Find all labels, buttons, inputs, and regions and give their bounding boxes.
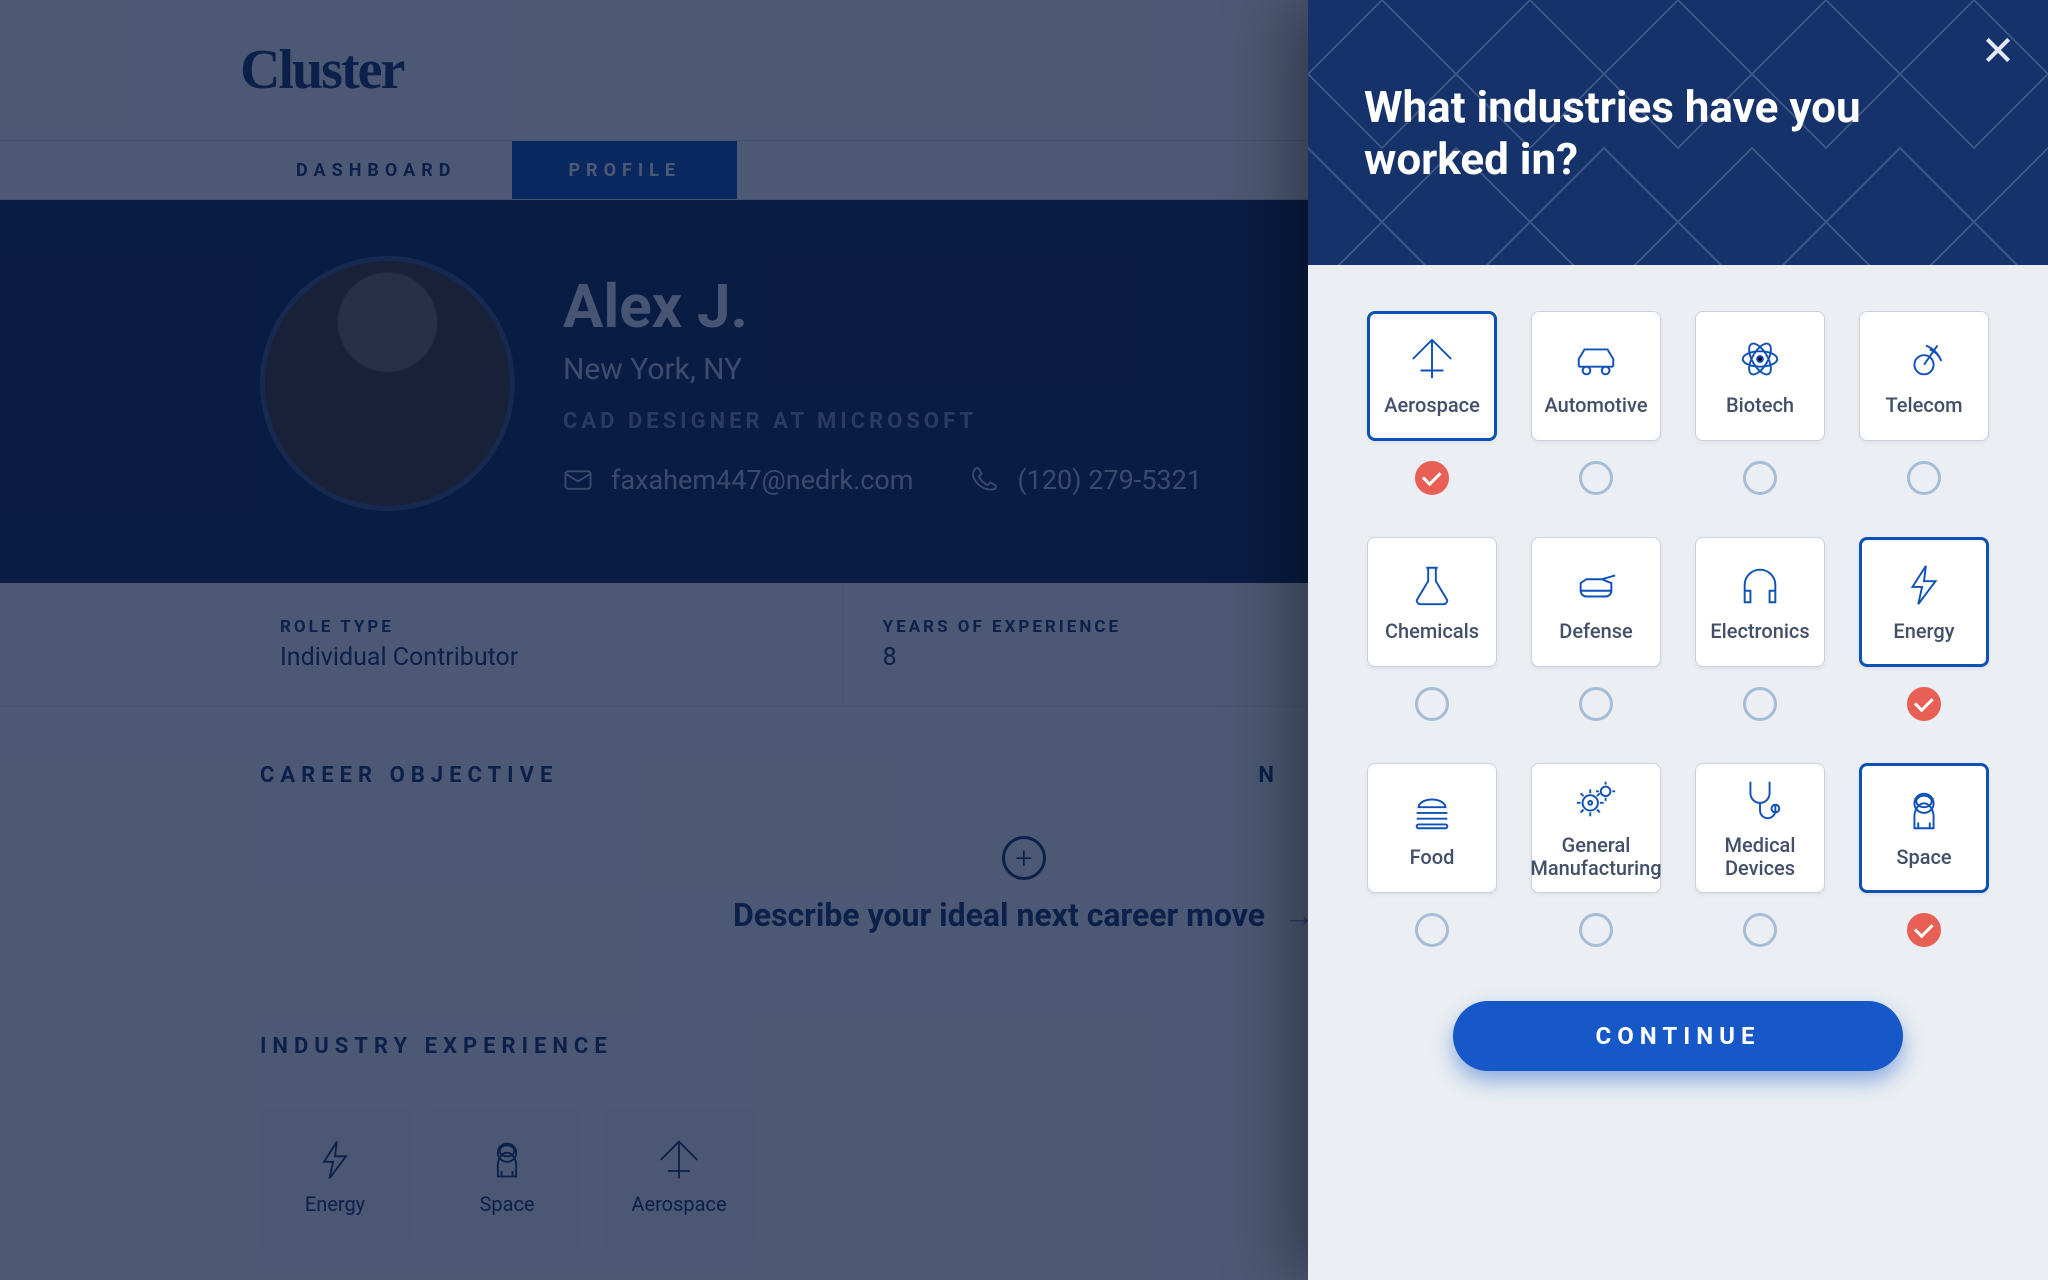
industry-option[interactable]: Defense — [1528, 537, 1664, 721]
industry-option[interactable]: Automotive — [1528, 311, 1664, 495]
atom-icon — [1737, 336, 1783, 382]
industry-checkbox[interactable] — [1579, 913, 1613, 947]
industry-option[interactable]: Electronics — [1692, 537, 1828, 721]
industry-label: Telecom — [1886, 394, 1963, 417]
gears-icon — [1573, 776, 1619, 822]
industry-card[interactable]: Medical Devices — [1695, 763, 1825, 893]
industry-option[interactable]: Telecom — [1856, 311, 1992, 495]
industry-option[interactable]: General Manufacturing — [1528, 763, 1664, 947]
flask-icon — [1409, 562, 1455, 608]
industry-card[interactable]: Electronics — [1695, 537, 1825, 667]
industry-label: Food — [1410, 846, 1455, 869]
astronaut-icon — [1901, 788, 1947, 834]
industry-checkbox[interactable] — [1579, 687, 1613, 721]
industry-label: Biotech — [1726, 394, 1794, 417]
industry-label: Space — [1896, 846, 1951, 869]
industry-checkbox[interactable] — [1415, 687, 1449, 721]
industry-grid: Aerospace Automotive Biotech Telecom Chemica… — [1364, 311, 1992, 947]
industry-label: Medical Devices — [1702, 834, 1818, 880]
industry-card[interactable]: Space — [1859, 763, 1989, 893]
car-icon — [1573, 336, 1619, 382]
industry-label: Aerospace — [1384, 394, 1480, 417]
industry-card[interactable]: General Manufacturing — [1531, 763, 1661, 893]
industry-card[interactable]: Automotive — [1531, 311, 1661, 441]
drawer-header: What industries have you worked in? — [1308, 0, 2048, 265]
industry-checkbox[interactable] — [1907, 913, 1941, 947]
bolt-icon — [1901, 562, 1947, 608]
industry-option[interactable]: Medical Devices — [1692, 763, 1828, 947]
tank-icon — [1573, 562, 1619, 608]
industry-card[interactable]: Telecom — [1859, 311, 1989, 441]
industry-checkbox[interactable] — [1907, 687, 1941, 721]
headphones-icon — [1737, 562, 1783, 608]
industry-card[interactable]: Aerospace — [1367, 311, 1497, 441]
industry-label: General Manufacturing — [1530, 834, 1661, 880]
industry-label: Electronics — [1710, 620, 1809, 643]
industry-card[interactable]: Energy — [1859, 537, 1989, 667]
close-button[interactable] — [1978, 30, 2018, 70]
industry-option[interactable]: Energy — [1856, 537, 1992, 721]
stethoscope-icon — [1737, 776, 1783, 822]
industry-label: Chemicals — [1385, 620, 1479, 643]
industry-checkbox[interactable] — [1907, 461, 1941, 495]
industry-card[interactable]: Food — [1367, 763, 1497, 893]
industry-label: Automotive — [1544, 394, 1647, 417]
industry-option[interactable]: Space — [1856, 763, 1992, 947]
industry-drawer: What industries have you worked in? Aero… — [1308, 0, 2048, 1280]
industry-label: Defense — [1559, 620, 1632, 643]
industry-checkbox[interactable] — [1743, 461, 1777, 495]
industry-checkbox[interactable] — [1415, 461, 1449, 495]
industry-checkbox[interactable] — [1743, 687, 1777, 721]
industry-option[interactable]: Aerospace — [1364, 311, 1500, 495]
industry-card[interactable]: Chemicals — [1367, 537, 1497, 667]
industry-card[interactable]: Defense — [1531, 537, 1661, 667]
drawer-title: What industries have you worked in? — [1364, 81, 1992, 185]
industry-card[interactable]: Biotech — [1695, 311, 1825, 441]
industry-checkbox[interactable] — [1743, 913, 1777, 947]
industry-option[interactable]: Biotech — [1692, 311, 1828, 495]
industry-label: Energy — [1893, 620, 1954, 643]
satellite-icon — [1901, 336, 1947, 382]
industry-checkbox[interactable] — [1415, 913, 1449, 947]
close-icon — [1982, 34, 2014, 66]
plane-icon — [1409, 336, 1455, 382]
burger-icon — [1409, 788, 1455, 834]
industry-checkbox[interactable] — [1579, 461, 1613, 495]
industry-option[interactable]: Food — [1364, 763, 1500, 947]
industry-option[interactable]: Chemicals — [1364, 537, 1500, 721]
continue-button[interactable]: CONTINUE — [1453, 1001, 1903, 1071]
